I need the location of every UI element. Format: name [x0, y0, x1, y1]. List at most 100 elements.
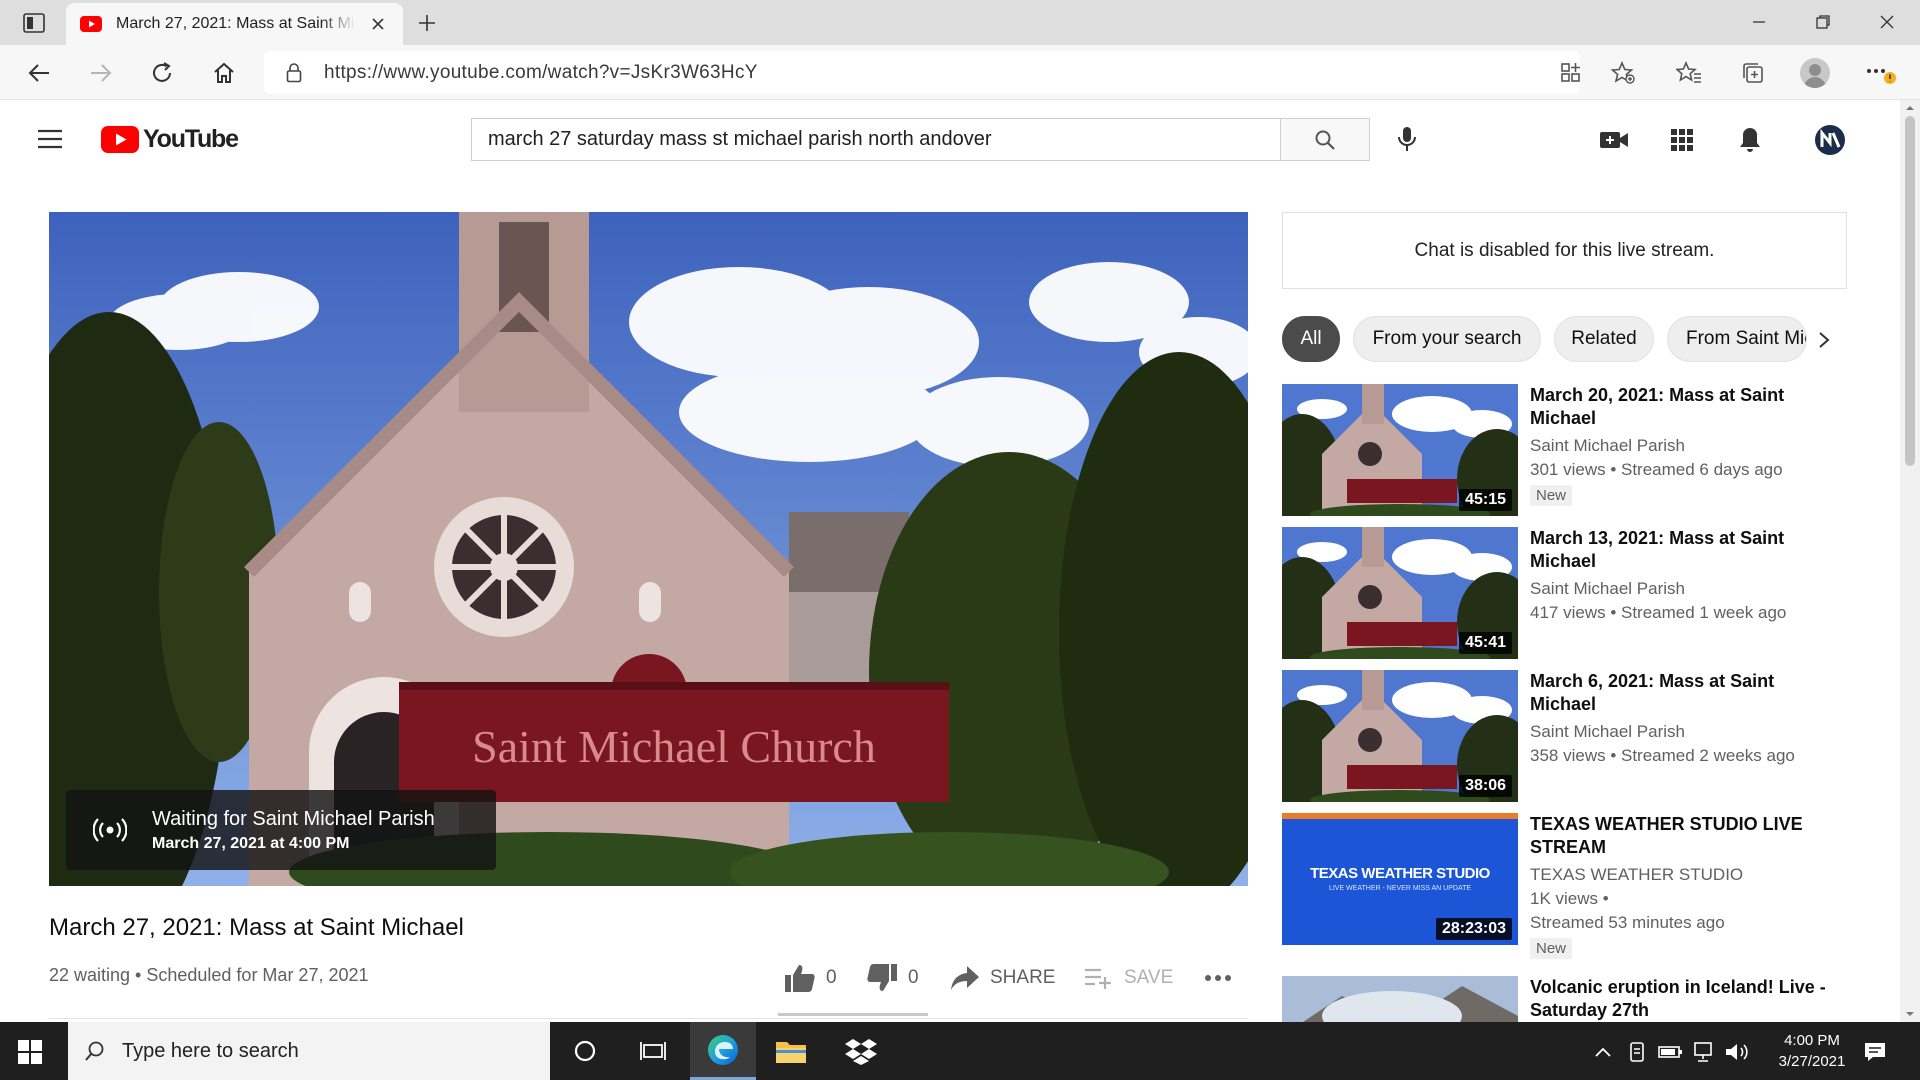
- file-explorer-icon[interactable]: [758, 1022, 824, 1080]
- recommendation-stats: 358 views • Streamed 2 weeks ago: [1530, 746, 1795, 765]
- search-input[interactable]: march 27 saturday mass st michael parish…: [471, 118, 1281, 161]
- close-tab-icon[interactable]: [367, 13, 389, 35]
- recommendation-item[interactable]: 45:15 March 20, 2021: Mass at Saint Mich…: [1282, 384, 1852, 518]
- video-player[interactable]: Saint Michael Church: [49, 212, 1248, 886]
- show-hidden-icons-chevron[interactable]: [1589, 1038, 1617, 1066]
- apps-grid-icon[interactable]: [1664, 122, 1700, 158]
- recommendation-channel[interactable]: Saint Michael Parish: [1530, 579, 1830, 599]
- scrollbar-thumb[interactable]: [1905, 116, 1915, 466]
- device-tray-icon[interactable]: [1623, 1038, 1651, 1066]
- thumbs-down-icon: [867, 964, 897, 991]
- settings-more-icon[interactable]: [1864, 57, 1898, 89]
- recommendation-item[interactable]: TEXAS WEATHER STUDIO LIVE WEATHER - NEVE…: [1282, 813, 1852, 963]
- recommendation-thumbnail[interactable]: TEXAS WEATHER STUDIO LIVE WEATHER - NEVE…: [1282, 813, 1518, 945]
- recommendation-thumbnail[interactable]: 45:15: [1282, 384, 1518, 516]
- youtube-logo-text: YouTube: [143, 125, 239, 153]
- dislike-button[interactable]: 0: [866, 960, 919, 996]
- favorites-icon[interactable]: [1672, 57, 1706, 89]
- lock-icon[interactable]: [282, 61, 306, 85]
- recommendation-item[interactable]: 38:06 March 6, 2021: Mass at Saint Micha…: [1282, 670, 1852, 804]
- browser-toolbar: https://www.youtube.com/watch?v=JsKr3W63…: [0, 45, 1920, 100]
- account-avatar-icon[interactable]: [1812, 122, 1848, 158]
- address-url: https://www.youtube.com/watch?v=JsKr3W63…: [324, 61, 758, 83]
- recommendation-thumbnail[interactable]: 45:41: [1282, 527, 1518, 659]
- search-button[interactable]: [1280, 118, 1370, 161]
- chip-all[interactable]: All: [1282, 316, 1340, 362]
- tab-actions-icon[interactable]: [14, 10, 54, 36]
- scroll-down-icon[interactable]: [1900, 1008, 1920, 1020]
- recommendation-stats: 417 views • Streamed 1 week ago: [1530, 603, 1787, 622]
- recommendation-title[interactable]: Volcanic eruption in Iceland! Live - Sat…: [1530, 976, 1830, 1022]
- recommendation-title[interactable]: March 20, 2021: Mass at Saint Michael: [1530, 384, 1830, 430]
- taskbar-clock[interactable]: 4:00 PM 3/27/2021: [1767, 1030, 1857, 1072]
- recommendation-title[interactable]: March 6, 2021: Mass at Saint Michael: [1530, 670, 1830, 716]
- chip-from-your-search[interactable]: From your search: [1353, 316, 1541, 362]
- volume-icon[interactable]: [1723, 1038, 1751, 1066]
- waiting-for-stream-banner: Waiting for Saint Michael Parish March 2…: [66, 790, 496, 870]
- chip-from-saint-michael[interactable]: From Saint Michael Parish: [1667, 316, 1807, 362]
- more-horizontal-icon: [1205, 975, 1231, 981]
- live-broadcast-icon: [92, 812, 128, 848]
- youtube-masthead: YouTube march 27 saturday mass st michae…: [0, 100, 1900, 178]
- action-center-icon[interactable]: [1861, 1038, 1889, 1066]
- thumbnail-title-text: TEXAS WEATHER STUDIO: [1310, 865, 1490, 882]
- waiting-date: March 27, 2021 at 4:00 PM: [152, 834, 350, 852]
- home-icon[interactable]: [207, 57, 241, 89]
- taskbar-search-icon: [85, 1041, 104, 1061]
- restore-icon[interactable]: [1800, 6, 1846, 38]
- task-view-icon[interactable]: [620, 1022, 686, 1080]
- share-button[interactable]: SHARE: [950, 960, 1055, 996]
- new-tab-icon[interactable]: [412, 9, 442, 37]
- battery-icon[interactable]: [1657, 1038, 1685, 1066]
- like-count: 0: [826, 967, 837, 988]
- address-bar[interactable]: https://www.youtube.com/watch?v=JsKr3W63…: [264, 51, 1580, 94]
- recommendation-thumbnail[interactable]: [1282, 976, 1518, 1022]
- clock-time: 4:00 PM: [1784, 1032, 1840, 1049]
- page-scrollbar[interactable]: [1900, 100, 1920, 1022]
- browser-tab-strip: March 27, 2021: Mass at Saint Michael: [0, 0, 1920, 45]
- scroll-up-icon[interactable]: [1900, 102, 1920, 114]
- close-window-icon[interactable]: [1864, 6, 1910, 38]
- forward-arrow-icon[interactable]: [84, 57, 118, 89]
- like-button[interactable]: 0: [784, 960, 837, 996]
- chips-next-chevron-icon[interactable]: [1810, 326, 1838, 354]
- chip-related[interactable]: Related: [1554, 316, 1654, 362]
- video-thumbnail-church-image: Saint Michael Church: [49, 212, 1248, 886]
- video-meta: 22 waiting • Scheduled for Mar 27, 2021: [49, 965, 369, 985]
- dropbox-icon[interactable]: [828, 1022, 894, 1080]
- recommendation-channel[interactable]: Saint Michael Parish: [1530, 722, 1830, 742]
- save-button[interactable]: SAVE: [1084, 960, 1173, 996]
- share-label: SHARE: [990, 967, 1056, 988]
- recommendation-title[interactable]: TEXAS WEATHER STUDIO LIVE STREAM: [1530, 813, 1830, 859]
- taskbar-search-placeholder: Type here to search: [122, 1039, 299, 1062]
- back-arrow-icon[interactable]: [22, 57, 56, 89]
- notifications-bell-icon[interactable]: [1732, 122, 1768, 158]
- create-video-icon[interactable]: [1596, 122, 1632, 158]
- recommendation-channel[interactable]: TEXAS WEATHER STUDIO: [1530, 865, 1830, 885]
- cortana-icon[interactable]: [552, 1022, 618, 1080]
- windows-start-icon[interactable]: [14, 1036, 46, 1068]
- youtube-logo[interactable]: YouTube: [101, 125, 239, 154]
- recommendation-title[interactable]: March 13, 2021: Mass at Saint Michael: [1530, 527, 1830, 573]
- refresh-icon[interactable]: [145, 57, 179, 89]
- thumbs-up-icon: [785, 965, 815, 992]
- recommendation-channel[interactable]: Saint Michael Parish: [1530, 436, 1830, 456]
- minimize-icon[interactable]: [1736, 6, 1782, 38]
- recommendation-thumbnail[interactable]: 38:06: [1282, 670, 1518, 802]
- profile-avatar[interactable]: [1798, 57, 1832, 89]
- reading-view-icon[interactable]: [1554, 57, 1588, 89]
- edge-browser-icon[interactable]: [690, 1022, 756, 1080]
- video-duration: 38:06: [1459, 775, 1512, 797]
- more-actions-button[interactable]: [1204, 960, 1232, 996]
- hamburger-menu-icon[interactable]: [35, 124, 65, 154]
- waiting-title: Waiting for Saint Michael Parish: [152, 807, 435, 830]
- recommendation-item[interactable]: Volcanic eruption in Iceland! Live - Sat…: [1282, 976, 1852, 1022]
- network-icon[interactable]: [1691, 1038, 1719, 1066]
- collections-icon[interactable]: [1736, 57, 1770, 89]
- new-badge: New: [1530, 938, 1573, 959]
- voice-search-mic-icon[interactable]: [1390, 122, 1424, 156]
- add-favorite-icon[interactable]: [1606, 57, 1640, 89]
- browser-tab-active[interactable]: March 27, 2021: Mass at Saint Michael: [66, 3, 403, 45]
- taskbar-search-box[interactable]: Type here to search: [68, 1022, 550, 1080]
- recommendation-item[interactable]: 45:41 March 13, 2021: Mass at Saint Mich…: [1282, 527, 1852, 661]
